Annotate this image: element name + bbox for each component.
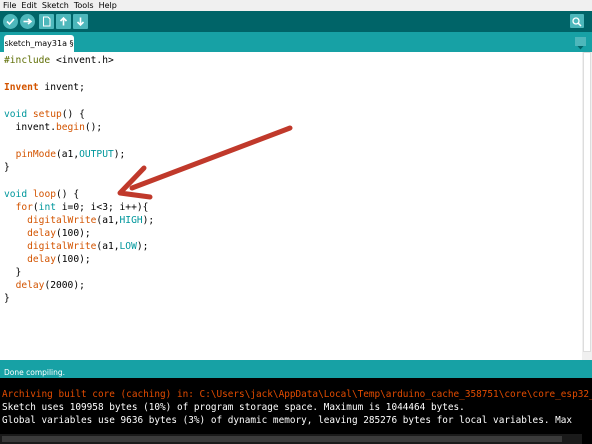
- console-scrollbar-thumb[interactable]: [2, 436, 562, 442]
- console-horizontal-scrollbar[interactable]: [0, 434, 582, 444]
- console-line: Archiving built core (caching) in: C:\Us…: [2, 389, 592, 400]
- console-line: Sketch uses 109958 bytes (10%) of progra…: [2, 402, 465, 413]
- console-line: Global variables use 9636 bytes (3%) of …: [2, 415, 573, 426]
- status-bar: Done compiling.: [0, 360, 592, 378]
